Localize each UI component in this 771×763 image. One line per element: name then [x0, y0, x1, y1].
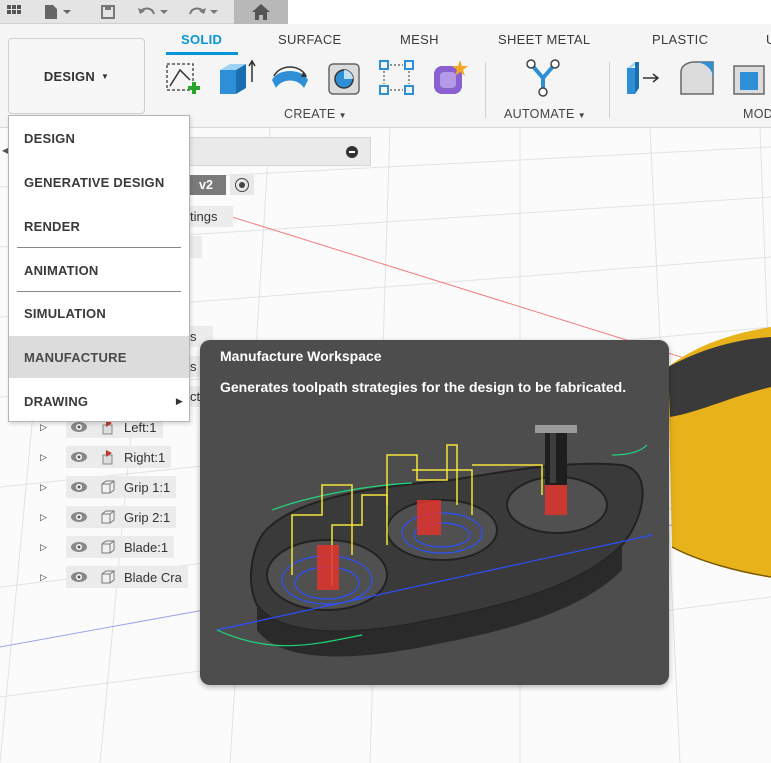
version-badge: v2	[186, 175, 226, 195]
tooltip-title: Manufacture Workspace	[220, 348, 382, 364]
workspace-switcher-label: DESIGN	[43, 68, 95, 84]
menu-item-simulation[interactable]: SIMULATION	[9, 292, 189, 334]
chamfer-icon[interactable]	[730, 58, 770, 98]
workspace-dropdown-menu: DESIGN GENERATIVE DESIGN RENDER ANIMATIO…	[8, 115, 190, 422]
menu-item-generative-design[interactable]: GENERATIVE DESIGN	[9, 161, 189, 203]
toolbar-divider	[609, 62, 610, 118]
browser-tree-row[interactable]: ▷ Grip 1:1	[40, 476, 177, 498]
create-sketch-icon[interactable]	[164, 58, 204, 98]
rectangular-pattern-icon[interactable]	[377, 58, 417, 98]
file-menu-icon[interactable]	[28, 0, 88, 24]
home-icon[interactable]	[234, 0, 288, 24]
quick-access-toolbar	[0, 0, 288, 24]
revolve-icon[interactable]	[270, 58, 310, 98]
workspace-tooltip: Manufacture Workspace Generates toolpath…	[200, 340, 669, 685]
visibility-eye-icon[interactable]	[66, 421, 92, 433]
expand-triangle-icon[interactable]: ▷	[40, 452, 54, 463]
manufacture-preview-image	[212, 425, 657, 680]
app-grid-icon[interactable]	[0, 0, 28, 24]
browser-tree-row[interactable]: ▷ Grip 2:1	[40, 506, 177, 528]
menu-separator	[17, 247, 181, 248]
expand-triangle-icon[interactable]: ▷	[40, 482, 54, 493]
tab-utilities[interactable]: U	[766, 32, 771, 47]
modify-group-label[interactable]: MOD	[743, 107, 771, 121]
caret-down-icon: ▼	[577, 111, 586, 120]
browser-panel-header	[185, 137, 371, 166]
expand-triangle-icon[interactable]: ▷	[40, 422, 54, 433]
component-icon	[92, 569, 124, 585]
expand-triangle-icon[interactable]: ▷	[40, 512, 54, 523]
create-form-icon[interactable]	[430, 58, 470, 98]
tree-row-label: Grip 2:1	[124, 509, 171, 525]
submenu-arrow-icon: ▶	[175, 395, 183, 406]
extrude-icon[interactable]	[216, 58, 256, 98]
fillet-icon[interactable]	[677, 58, 717, 98]
active-tab-underline	[166, 52, 238, 55]
caret-down-icon: ▼	[100, 71, 110, 81]
visibility-eye-icon[interactable]	[66, 451, 92, 463]
menu-item-render[interactable]: RENDER	[9, 205, 189, 247]
component-icon	[92, 509, 124, 525]
caret-down-icon: ▼	[338, 111, 347, 120]
tree-row-label: Right:1	[124, 449, 166, 465]
redo-icon[interactable]	[178, 0, 228, 24]
automate-icon[interactable]	[523, 58, 563, 98]
collapse-panel-icon[interactable]	[346, 146, 358, 158]
browser-tree-row[interactable]: ▷ Blade Cra	[40, 566, 188, 588]
tree-row-label: Blade:1	[124, 539, 169, 555]
tree-row-label: Grip 1:1	[124, 479, 171, 495]
visibility-eye-icon[interactable]	[66, 541, 92, 553]
ribbon-toolbar: DESIGN ▼ SOLID SURFACE MESH SHEET METAL …	[0, 24, 771, 128]
hole-icon[interactable]	[325, 58, 365, 98]
tree-row-label: Blade Cra	[124, 569, 182, 585]
tab-surface[interactable]: SURFACE	[278, 32, 342, 47]
save-icon[interactable]	[88, 0, 128, 24]
browser-tree-row[interactable]: ▷ Blade:1	[40, 536, 175, 558]
active-component-radio-icon[interactable]	[230, 175, 254, 195]
tooltip-description: Generates toolpath strategies for the de…	[220, 379, 627, 395]
modify-group-text: MOD	[743, 107, 771, 121]
tab-sheet-metal[interactable]: SHEET METAL	[498, 32, 590, 47]
browser-tree-row[interactable]: ▷ Right:1	[40, 446, 172, 468]
joint-origin-icon	[92, 449, 124, 465]
menu-item-manufacture[interactable]: MANUFACTURE	[9, 336, 189, 378]
press-pull-icon[interactable]	[625, 58, 665, 98]
toolbar-divider	[485, 62, 486, 118]
menu-item-animation[interactable]: ANIMATION	[9, 249, 189, 291]
visibility-eye-icon[interactable]	[66, 511, 92, 523]
component-icon	[92, 539, 124, 555]
workspace-switcher-button[interactable]: DESIGN ▼	[8, 38, 145, 114]
visibility-eye-icon[interactable]	[66, 571, 92, 583]
create-group-text: CREATE	[284, 107, 336, 121]
expand-triangle-icon[interactable]: ▷	[40, 542, 54, 553]
expand-triangle-icon[interactable]: ▷	[40, 572, 54, 583]
component-icon	[92, 479, 124, 495]
tab-solid[interactable]: SOLID	[181, 32, 222, 47]
create-group-label[interactable]: CREATE ▼	[284, 107, 347, 121]
menu-item-drawing-label: DRAWING	[24, 393, 89, 409]
visibility-eye-icon[interactable]	[66, 481, 92, 493]
automate-group-label[interactable]: AUTOMATE ▼	[504, 107, 586, 121]
tab-mesh[interactable]: MESH	[400, 32, 439, 47]
tab-plastic[interactable]: PLASTIC	[652, 32, 708, 47]
undo-icon[interactable]	[128, 0, 178, 24]
browser-item-partial-label: tings	[190, 206, 233, 227]
menu-item-drawing[interactable]: DRAWING ▶	[9, 380, 189, 422]
menu-item-design[interactable]: DESIGN	[9, 117, 189, 159]
automate-group-text: AUTOMATE	[504, 107, 575, 121]
browser-item-partial-cell	[190, 236, 202, 258]
